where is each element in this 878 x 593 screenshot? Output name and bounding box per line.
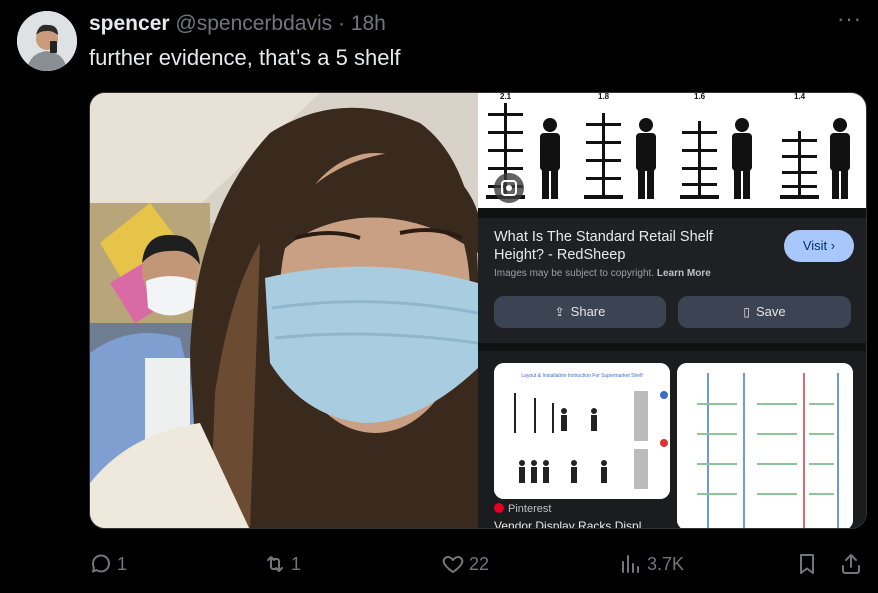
like-count: 22 [469,553,490,574]
result-source[interactable]: Pinterest [494,503,551,515]
shelf-height-label: 2.1 [500,93,512,101]
thumbnail-caption: Layout & Installation Instruction For Su… [521,373,643,379]
save-button[interactable]: ▯ Save [678,296,851,328]
share-icon: ⇪ [554,305,565,319]
search-result-card: What Is The Standard Retail Shelf Height… [478,218,866,343]
share-tweet-button[interactable] [839,548,863,580]
result-title[interactable]: What Is The Standard Retail Shelf Height… [494,228,754,264]
shelf-height-image[interactable]: 2.1 1.8 1.6 1.4 [478,93,866,208]
reply-icon [91,554,110,573]
copyright-notice: Images may be subject to copyright. Lear… [494,268,711,279]
action-bar: 1 1 22 3.7K [89,548,867,580]
bookmark-button[interactable] [795,548,819,580]
related-image-thumbnail[interactable]: Layout & Installation Instruction For Su… [494,363,670,499]
chevron-right-icon: › [830,238,836,253]
reply-count: 1 [117,553,128,574]
heart-icon [442,556,464,573]
image-search-panel: 2.1 1.8 1.6 1.4 What Is The Standard Ret… [478,93,866,528]
share-label: Share [570,304,606,319]
share-icon [842,554,860,574]
share-button[interactable]: ⇪ Share [494,296,666,328]
author-name[interactable]: spencer [89,12,170,35]
views-button[interactable]: 3.7K [619,548,684,580]
view-count: 3.7K [647,553,685,574]
tweet-header: spencer @spencerbdavis · 18h [89,12,386,36]
selfie-photo [90,93,478,528]
copyright-text: Images may be subject to copyright. [494,268,655,279]
avatar[interactable] [17,11,77,71]
related-image-thumbnail[interactable] [677,363,853,528]
like-button[interactable]: 22 [441,548,489,580]
shelf-height-label: 1.8 [598,93,610,101]
avatar-photo [17,11,77,71]
repost-icon [267,556,283,572]
repost-count: 1 [291,553,302,574]
tweet-time[interactable]: 18h [351,12,386,35]
author-handle[interactable]: @spencerbdavis [175,12,332,35]
tweet-text: further evidence, that’s a 5 shelf [89,45,401,70]
related-result-title[interactable]: Vendor Display Racks Displ... [494,519,651,528]
divider [478,343,866,351]
visit-button[interactable]: Visit › [784,230,854,262]
repost-button[interactable]: 1 [263,548,301,580]
lens-icon[interactable] [494,173,524,203]
bookmark-icon: ▯ [743,305,750,319]
media-container[interactable]: 2.1 1.8 1.6 1.4 What Is The Standard Ret… [89,92,867,529]
shelf-height-label: 1.4 [794,93,806,101]
shelf-height-label: 1.6 [694,93,706,101]
separator-dot: · [337,12,345,35]
reply-button[interactable]: 1 [89,548,127,580]
more-options-icon[interactable]: ··· [837,6,862,32]
bookmark-icon [800,554,814,574]
pinterest-icon [494,503,504,513]
learn-more-link[interactable]: Learn More [657,268,711,279]
analytics-icon [622,555,639,573]
visit-label: Visit [802,238,828,253]
save-label: Save [755,304,786,319]
divider [478,208,866,218]
source-name: Pinterest [508,503,552,515]
